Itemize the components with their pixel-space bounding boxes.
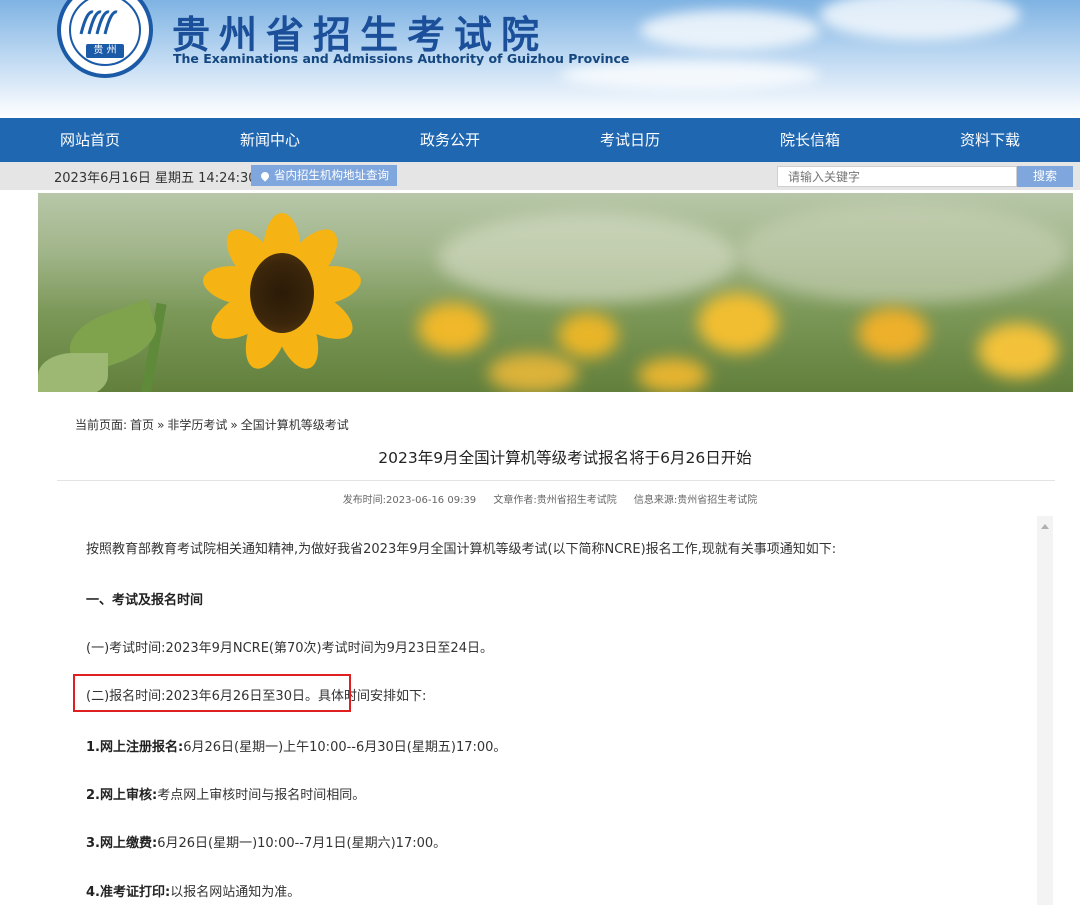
step-text: 以报名网站通知为准。 <box>170 885 301 900</box>
step-label: 1.网上注册报名: <box>86 740 184 755</box>
nav-item-exam-calendar[interactable]: 考试日历 <box>540 118 720 162</box>
section-heading: 一、考试及报名时间 <box>86 589 203 608</box>
cloud-decoration <box>820 0 1020 40</box>
breadcrumb-prefix: 当前页面: <box>75 418 128 432</box>
breadcrumb-separator: » <box>157 418 165 432</box>
location-pin-icon <box>259 169 271 182</box>
title-divider <box>57 480 1055 481</box>
banner-flower-blur <box>558 313 618 358</box>
breadcrumb-separator: » <box>230 418 238 432</box>
banner-flower-blur <box>418 303 488 353</box>
main-nav: 网站首页 新闻中心 政务公开 考试日历 院长信箱 资料下载 <box>0 118 1080 162</box>
logo-province-tag: 贵 州 <box>86 44 124 58</box>
article-source: 信息来源:贵州省招生考试院 <box>633 495 758 506</box>
search-input[interactable] <box>777 166 1017 187</box>
article-meta: 发布时间:2023-06-16 09:39 文章作者:贵州省招生考试院 信息来源… <box>0 491 1080 506</box>
step-text: 6月26日(星期一)上午10:00--6月30日(星期五)17:00。 <box>183 740 507 755</box>
site-logo[interactable]: 贵 州 <box>57 0 153 78</box>
banner-flower-blur <box>698 293 778 353</box>
section-heading-text: 一、考试及报名时间 <box>86 593 204 608</box>
step-label: 4.准考证打印: <box>86 885 171 900</box>
breadcrumb: 当前页面: 首页» 非学历考试» 全国计算机等级考试 <box>75 416 352 433</box>
cloud-decoration <box>640 10 820 50</box>
article-author: 文章作者:贵州省招生考试院 <box>493 495 617 506</box>
banner-flower-blur <box>858 308 928 358</box>
step-admission-ticket: 4.准考证打印:以报名网站通知为准。 <box>86 881 300 900</box>
banner-sky-blur <box>438 213 738 303</box>
banner-flower-blur <box>638 358 708 392</box>
banner-sky-blur <box>738 203 1068 303</box>
banner-flower-blur <box>488 353 578 392</box>
nav-item-government-affairs[interactable]: 政务公开 <box>360 118 540 162</box>
step-online-registration: 1.网上注册报名:6月26日(星期一)上午10:00--6月30日(星期五)17… <box>86 736 506 755</box>
sunflower-center <box>250 253 314 333</box>
nav-item-home[interactable]: 网站首页 <box>0 118 180 162</box>
step-label: 2.网上审核: <box>86 788 158 803</box>
breadcrumb-ncre-link[interactable]: 全国计算机等级考试 <box>241 418 349 432</box>
red-highlight-box <box>73 674 351 712</box>
address-lookup-link[interactable]: 省内招生机构地址查询 <box>251 165 397 186</box>
step-text: 考点网上审核时间与报名时间相同。 <box>157 788 366 803</box>
publish-time: 发布时间:2023-06-16 09:39 <box>342 495 477 506</box>
logo-emblem-icon <box>79 10 118 35</box>
article-intro: 按照教育部教育考试院相关通知精神,为做好我省2023年9月全国计算机等级考试(以… <box>86 542 837 557</box>
current-datetime: 2023年6月16日 星期五 14:24:30 <box>54 171 257 186</box>
banner-flower-blur <box>978 323 1058 378</box>
nav-item-downloads[interactable]: 资料下载 <box>900 118 1080 162</box>
sunflower-leaf <box>38 353 108 392</box>
step-online-payment: 3.网上缴费:6月26日(星期一)10:00--7月1日(星期六)17:00。 <box>86 832 446 851</box>
nav-item-news[interactable]: 新闻中心 <box>180 118 360 162</box>
article-title: 2023年9月全国计算机等级考试报名将于6月26日开始 <box>378 449 752 467</box>
sunflower-banner-image <box>38 193 1073 392</box>
address-lookup-label: 省内招生机构地址查询 <box>274 168 389 182</box>
search-button[interactable]: 搜索 <box>1017 166 1073 187</box>
site-title-english: The Examinations and Admissions Authorit… <box>173 51 630 66</box>
breadcrumb-nondegree-link[interactable]: 非学历考试 <box>167 418 227 432</box>
step-text: 6月26日(星期一)10:00--7月1日(星期六)17:00。 <box>157 836 447 851</box>
exam-time-item: (一)考试时间:2023年9月NCRE(第70次)考试时间为9月23日至24日。 <box>86 641 493 656</box>
step-label: 3.网上缴费: <box>86 836 158 851</box>
site-header: 贵 州 贵州省招生考试院 The Examinations and Admiss… <box>0 0 1080 118</box>
step-online-review: 2.网上审核:考点网上审核时间与报名时间相同。 <box>86 784 365 803</box>
breadcrumb-home-link[interactable]: 首页 <box>130 418 154 432</box>
article-scrollbar[interactable] <box>1037 516 1053 905</box>
nav-item-president-mailbox[interactable]: 院长信箱 <box>720 118 900 162</box>
scroll-up-arrow-icon[interactable] <box>1041 524 1049 529</box>
